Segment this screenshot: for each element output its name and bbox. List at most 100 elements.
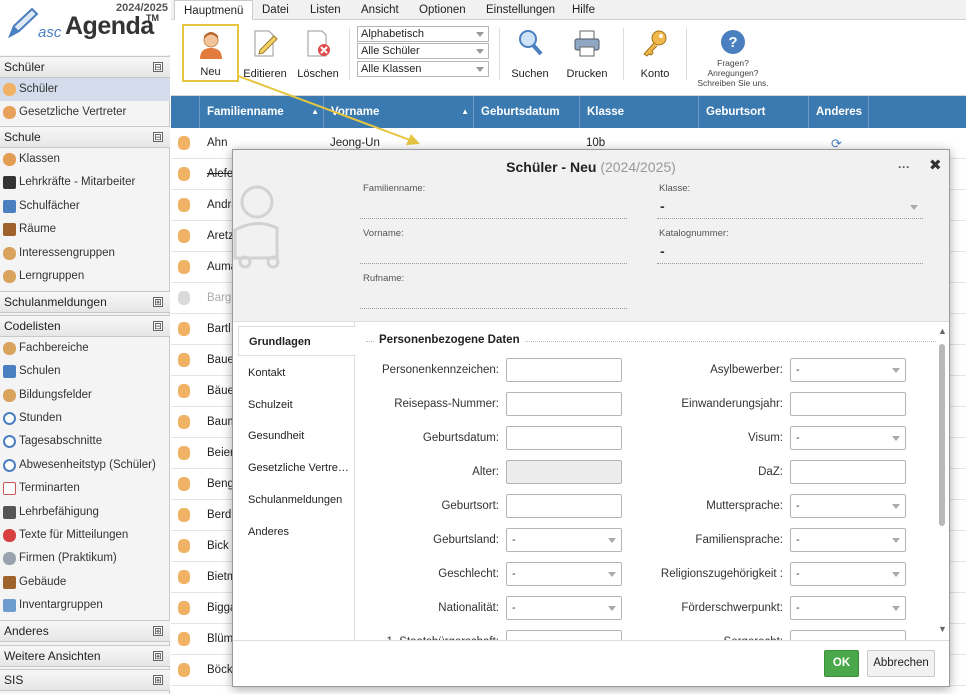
sidebar-item-texte[interactable]: Texte für Mitteilungen xyxy=(0,524,170,547)
menu-hilfe[interactable]: Hilfe xyxy=(563,0,604,20)
text-field[interactable] xyxy=(790,460,906,484)
text-field[interactable] xyxy=(506,426,622,450)
clock-icon xyxy=(3,412,16,425)
more-options-icon[interactable]: ··· xyxy=(898,160,910,174)
scroll-thumb[interactable] xyxy=(939,344,945,526)
sidebar-item-inventargruppen[interactable]: Inventargruppen xyxy=(0,594,170,617)
ok-button[interactable]: OK xyxy=(824,650,859,677)
select-field[interactable]: - xyxy=(790,528,906,552)
select-field[interactable]: - xyxy=(506,630,622,640)
sidebar-item-terminarten[interactable]: Terminarten xyxy=(0,477,170,500)
classes-filter-select[interactable]: Alle Klassen xyxy=(357,61,489,77)
sidebar-item-stunden[interactable]: Stunden xyxy=(0,407,170,430)
column-header-other[interactable]: Anderes - xyxy=(809,96,869,150)
sidebar-item-raeume[interactable]: Räume xyxy=(0,218,170,241)
section-weitere-ansichten[interactable]: Weitere Ansichten ⊞ xyxy=(0,645,170,667)
select-field[interactable]: - xyxy=(506,562,622,586)
menu-optionen[interactable]: Optionen xyxy=(410,0,475,20)
section-schulanmeldungen[interactable]: Schulanmeldungen ⊞ xyxy=(0,291,170,313)
column-header-class[interactable]: Klasse xyxy=(580,96,699,128)
sidebar-item-interessengruppen[interactable]: Interessengruppen xyxy=(0,242,170,265)
section-schule[interactable]: Schule ⊟ xyxy=(0,126,170,148)
expand-icon[interactable]: ⊞ xyxy=(153,297,163,307)
cancel-button[interactable]: Abbrechen xyxy=(867,650,935,677)
nickname-input[interactable] xyxy=(360,308,627,309)
text-field[interactable] xyxy=(790,392,906,416)
tab-gesundheit[interactable]: Gesundheit xyxy=(233,421,355,451)
sidebar-item-tagesabschnitte[interactable]: Tagesabschnitte xyxy=(0,430,170,453)
collapse-icon[interactable]: ⊟ xyxy=(153,62,163,72)
edit-button[interactable]: Editieren xyxy=(241,24,289,82)
sidebar-item-lerngruppen[interactable]: Lerngruppen xyxy=(0,265,170,288)
sort-select[interactable]: Alphabetisch xyxy=(357,26,489,42)
sidebar-item-schulfaecher[interactable]: Schulfächer xyxy=(0,195,170,218)
sidebar-item-klassen[interactable]: Klassen xyxy=(0,148,170,171)
expand-icon[interactable]: ⊞ xyxy=(153,675,163,685)
scroll-up-icon[interactable]: ▲ xyxy=(938,326,947,336)
expand-icon[interactable]: ⊞ xyxy=(153,651,163,661)
expand-icon[interactable]: ⊞ xyxy=(153,626,163,636)
field-value: - xyxy=(512,568,516,580)
text-field[interactable] xyxy=(506,358,622,382)
select-field[interactable]: - xyxy=(790,426,906,450)
firstname-input[interactable] xyxy=(360,263,627,264)
scroll-down-icon[interactable]: ▼ xyxy=(938,624,947,634)
select-field[interactable]: - xyxy=(790,494,906,518)
print-button[interactable]: Drucken xyxy=(559,24,615,82)
students-filter-select[interactable]: Alle Schüler xyxy=(357,43,489,59)
sidebar-item-fachbereiche[interactable]: Fachbereiche xyxy=(0,337,170,360)
sidebar-item-firmen[interactable]: Firmen (Praktikum) xyxy=(0,547,170,570)
section-codelisten[interactable]: Codelisten ⊟ xyxy=(0,315,170,337)
catalog-value[interactable]: - xyxy=(660,243,665,259)
door-icon xyxy=(3,223,16,236)
tab-schulzeit[interactable]: Schulzeit xyxy=(233,390,355,420)
column-header-firstname[interactable]: Vorname ▲ xyxy=(324,96,474,128)
text-field[interactable] xyxy=(506,494,622,518)
sidebar-item-abwesenheitstyp[interactable]: Abwesenheitstyp (Schüler) xyxy=(0,454,170,477)
tab-kontakt[interactable]: Kontakt xyxy=(233,358,355,388)
section-anderes[interactable]: Anderes ⊞ xyxy=(0,620,170,642)
menu-hauptmenue[interactable]: Hauptmenü xyxy=(174,0,254,21)
select-field[interactable]: - xyxy=(506,528,622,552)
column-header-birthdate[interactable]: Geburtsdatum xyxy=(474,96,580,128)
menu-datei[interactable]: Datei xyxy=(253,0,298,20)
student-icon xyxy=(178,477,190,491)
delete-button[interactable]: Löschen xyxy=(294,24,342,82)
new-button[interactable]: Neu xyxy=(182,24,239,82)
collapse-icon[interactable]: ⊟ xyxy=(153,321,163,331)
sidebar-item-lehrbefaehigung[interactable]: Lehrbefähigung xyxy=(0,501,170,524)
menu-listen[interactable]: Listen xyxy=(301,0,350,20)
tab-anderes[interactable]: Anderes xyxy=(233,517,355,547)
feedback-button[interactable]: ? Fragen? Anregungen? Schreiben Sie uns. xyxy=(695,28,771,88)
section-schueler[interactable]: Schüler ⊟ xyxy=(0,56,170,78)
sidebar-item-lehrkraefte[interactable]: Lehrkräfte - Mitarbeiter xyxy=(0,171,170,194)
select-field[interactable]: - xyxy=(790,596,906,620)
tab-grundlagen[interactable]: Grundlagen xyxy=(238,326,356,356)
menu-ansicht[interactable]: Ansicht xyxy=(352,0,408,20)
sidebar-item-schulen[interactable]: Schulen xyxy=(0,360,170,383)
column-header-birthplace[interactable]: Geburtsort xyxy=(699,96,809,128)
sidebar-item-schueler[interactable]: Schüler xyxy=(0,78,170,101)
select-field[interactable]: - xyxy=(790,630,906,640)
field-label: Sorgerecht: xyxy=(626,630,783,640)
tab-schulanmeldungen[interactable]: Schulanmeldungen xyxy=(233,485,355,515)
class-select[interactable]: - xyxy=(660,198,665,214)
sidebar-item-bildungsfelder[interactable]: Bildungsfelder xyxy=(0,384,170,407)
text-field[interactable] xyxy=(506,392,622,416)
select-field[interactable]: - xyxy=(790,562,906,586)
tab-gesetzliche-vertreter[interactable]: Gesetzliche Vertre… xyxy=(233,453,355,483)
column-header-lastname[interactable]: Familienname ▲ xyxy=(200,96,324,128)
sidebar-item-gebaeude[interactable]: Gebäude xyxy=(0,571,170,594)
select-field[interactable]: - xyxy=(790,358,906,382)
select-field[interactable]: - xyxy=(506,596,622,620)
close-icon[interactable]: ✖ xyxy=(929,156,942,174)
collapse-icon[interactable]: ⊟ xyxy=(153,132,163,142)
search-button[interactable]: Suchen xyxy=(507,24,553,82)
account-button[interactable]: Konto xyxy=(633,24,677,82)
lastname-input[interactable] xyxy=(360,218,627,219)
section-sis[interactable]: SIS ⊞ xyxy=(0,669,170,691)
scrollbar[interactable]: ▲ ▼ xyxy=(935,326,949,638)
menu-einstellungen[interactable]: Einstellungen xyxy=(477,0,564,20)
people-icon xyxy=(3,552,16,565)
sidebar-item-gesetzliche-vertreter[interactable]: Gesetzliche Vertreter xyxy=(0,101,170,124)
